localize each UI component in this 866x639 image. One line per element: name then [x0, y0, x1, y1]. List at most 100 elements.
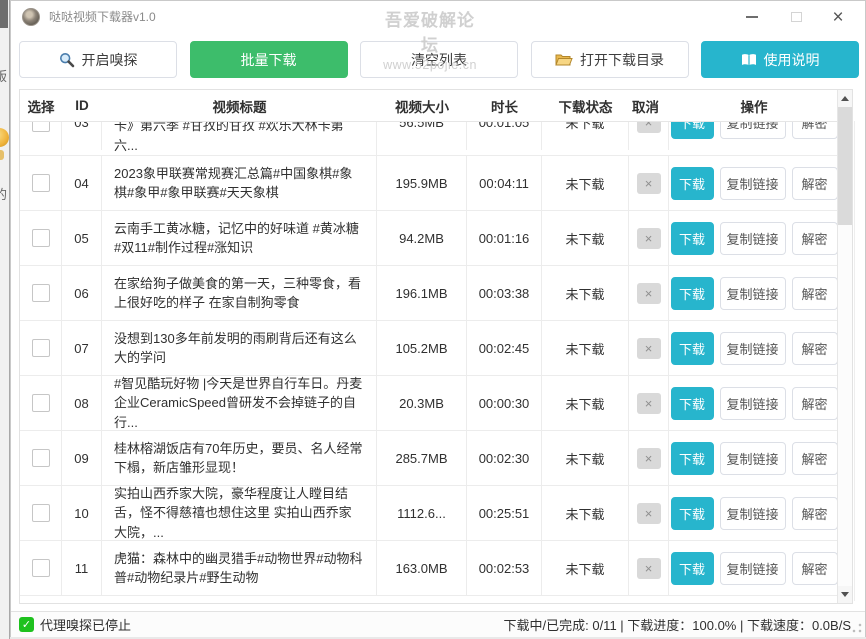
help-button[interactable]: 使用说明	[701, 41, 859, 78]
batch-download-button[interactable]: 批量下载	[190, 41, 348, 78]
row-size: 163.0MB	[377, 541, 467, 595]
row-checkbox[interactable]	[32, 284, 50, 302]
copy-link-button[interactable]: 复制链接	[720, 497, 786, 530]
decrypt-button[interactable]: 解密	[792, 497, 838, 530]
row-status: 未下载	[542, 266, 629, 320]
row-size: 105.2MB	[377, 321, 467, 375]
decrypt-button[interactable]: 解密	[792, 122, 838, 139]
download-button[interactable]: 下载	[671, 442, 714, 475]
row-checkbox[interactable]	[32, 504, 50, 522]
decrypt-button[interactable]: 解密	[792, 552, 838, 585]
copy-link-button[interactable]: 复制链接	[720, 442, 786, 475]
decrypt-button[interactable]: 解密	[792, 277, 838, 310]
app-window: 哒哒视频下载器v1.0 × 吾爱破解论坛 www.52pojie.cn 开启嗅探…	[10, 0, 866, 637]
clear-list-button[interactable]: 清空列表	[360, 41, 518, 78]
magnifier-icon	[59, 52, 75, 68]
vertical-scrollbar[interactable]	[837, 90, 852, 603]
row-checkbox[interactable]	[32, 122, 50, 132]
download-button[interactable]: 下载	[671, 277, 714, 310]
table-row: 03 卡》第六季 #甘孜的甘孜 #欢乐大林卡第六... 56.5MB 00:01…	[20, 122, 839, 156]
cancel-button[interactable]: ×	[637, 503, 661, 524]
row-checkbox[interactable]	[32, 449, 50, 467]
help-label: 使用说明	[764, 50, 820, 70]
download-button[interactable]: 下载	[671, 222, 714, 255]
scroll-down-button[interactable]	[838, 586, 852, 603]
cancel-button[interactable]: ×	[637, 283, 661, 304]
x-icon: ×	[645, 122, 653, 129]
row-duration: 00:04:11	[467, 156, 542, 210]
start-sniff-button[interactable]: 开启嗅探	[19, 41, 177, 78]
download-stats-text: 下载中/已完成: 0/11 | 下载进度：100.0% | 下载速度：0.0B/…	[504, 615, 852, 634]
scroll-up-button[interactable]	[838, 90, 852, 107]
cancel-button[interactable]: ×	[637, 393, 661, 414]
copy-link-button[interactable]: 复制链接	[720, 387, 786, 420]
cancel-button[interactable]: ×	[637, 122, 661, 133]
copy-link-button[interactable]: 复制链接	[720, 552, 786, 585]
row-title: 在家给狗子做美食的第一天，三种零食，看上很好吃的样子 在家自制狗零食	[102, 266, 377, 320]
download-button[interactable]: 下载	[671, 332, 714, 365]
decrypt-button[interactable]: 解密	[792, 332, 838, 365]
maximize-icon	[791, 12, 802, 22]
row-status: 未下载	[542, 541, 629, 595]
row-id: 10	[62, 486, 102, 540]
copy-link-button[interactable]: 复制链接	[720, 122, 786, 139]
decrypt-button[interactable]: 解密	[792, 167, 838, 200]
decrypt-button[interactable]: 解密	[792, 442, 838, 475]
download-button[interactable]: 下载	[671, 552, 714, 585]
download-button[interactable]: 下载	[671, 387, 714, 420]
folder-icon	[555, 53, 573, 67]
copy-link-button[interactable]: 复制链接	[720, 332, 786, 365]
row-title: 卡》第六季 #甘孜的甘孜 #欢乐大林卡第六...	[102, 122, 377, 156]
table-row: 04 2023象甲联赛常规赛汇总篇#中国象棋#象棋#象甲#象甲联赛#天天象棋 1…	[20, 156, 839, 211]
row-id: 06	[62, 266, 102, 320]
resize-grip[interactable]	[852, 623, 862, 633]
decrypt-button[interactable]: 解密	[792, 222, 838, 255]
row-duration: 00:01:16	[467, 211, 542, 265]
coin-icon-part	[0, 150, 4, 160]
minimize-button[interactable]	[735, 1, 769, 33]
x-icon: ×	[645, 397, 653, 410]
title-bar[interactable]: 哒哒视频下载器v1.0 ×	[11, 1, 865, 33]
row-duration: 00:00:30	[467, 376, 542, 430]
maximize-button[interactable]	[779, 1, 813, 33]
row-duration: 00:02:45	[467, 321, 542, 375]
header-cancel: 取消	[629, 96, 669, 116]
copy-link-button[interactable]: 复制链接	[720, 167, 786, 200]
row-checkbox[interactable]	[32, 559, 50, 577]
header-id: ID	[62, 98, 102, 113]
copy-link-button[interactable]: 复制链接	[720, 277, 786, 310]
row-id: 04	[62, 156, 102, 210]
header-select: 选择	[20, 96, 62, 116]
video-table: 选择 ID 视频标题 视频大小 时长 下载状态 取消 操作 03 卡》第六季 #…	[19, 89, 853, 604]
open-download-dir-button[interactable]: 打开下载目录	[531, 41, 689, 78]
row-title: #智见酷玩好物 |今天是世界自行车日。丹麦企业CeramicSpeed曾研发不会…	[102, 376, 377, 430]
row-checkbox[interactable]	[32, 394, 50, 412]
row-status: 未下载	[542, 486, 629, 540]
row-duration: 00:03:38	[467, 266, 542, 320]
close-icon: ×	[832, 8, 843, 27]
copy-link-button[interactable]: 复制链接	[720, 222, 786, 255]
download-button[interactable]: 下载	[671, 122, 714, 139]
row-checkbox[interactable]	[32, 174, 50, 192]
background-text-fragment: 版	[0, 66, 7, 85]
download-button[interactable]: 下载	[671, 167, 714, 200]
row-checkbox[interactable]	[32, 229, 50, 247]
cancel-button[interactable]: ×	[637, 558, 661, 579]
cancel-button[interactable]: ×	[637, 338, 661, 359]
x-icon: ×	[645, 287, 653, 300]
cancel-button[interactable]: ×	[637, 448, 661, 469]
row-title: 桂林榕湖饭店有70年历史，要员、名人经常下榻，新店雏形显现！	[102, 431, 377, 485]
row-duration: 00:02:30	[467, 431, 542, 485]
row-title: 实拍山西乔家大院，豪华程度让人瞠目结舌，怪不得慈禧也想住这里 实拍山西乔家大院，…	[102, 486, 377, 540]
download-button[interactable]: 下载	[671, 497, 714, 530]
row-title: 没想到130多年前发明的雨刷背后还有这么大的学问	[102, 321, 377, 375]
row-checkbox[interactable]	[32, 339, 50, 357]
scrollbar-thumb[interactable]	[838, 107, 852, 225]
cancel-button[interactable]: ×	[637, 173, 661, 194]
close-button[interactable]: ×	[821, 1, 855, 33]
table-row: 05 云南手工黄冰糖，记忆中的好味道 #黄冰糖#双11#制作过程#涨知识 94.…	[20, 211, 839, 266]
background-window-fragment	[0, 0, 8, 28]
row-status: 未下载	[542, 321, 629, 375]
cancel-button[interactable]: ×	[637, 228, 661, 249]
decrypt-button[interactable]: 解密	[792, 387, 838, 420]
